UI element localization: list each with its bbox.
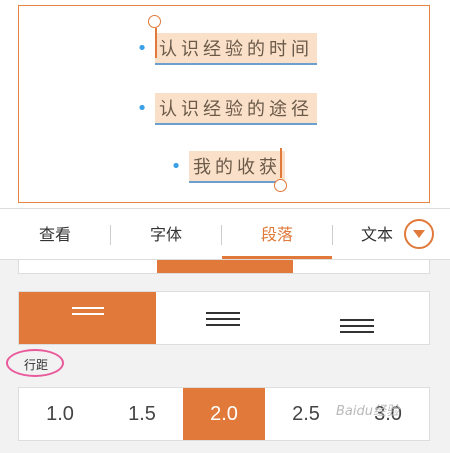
format-tab-bar: 查看 字体 段落 文本 bbox=[0, 208, 450, 260]
selection-end-handle[interactable] bbox=[274, 179, 287, 192]
bullet-text[interactable]: 认识经验的时间 bbox=[155, 33, 317, 65]
active-tab-indicator bbox=[222, 256, 332, 259]
align-left-button[interactable] bbox=[19, 292, 156, 344]
selected-option[interactable] bbox=[157, 260, 293, 273]
tab-font[interactable]: 字体 bbox=[111, 209, 221, 259]
align-right-button[interactable] bbox=[292, 292, 429, 344]
slide-preview-area: • 认识经验的时间 • 认识经验的途径 • 我的收获 bbox=[0, 0, 450, 208]
align-right-icon bbox=[340, 319, 375, 337]
watermark: Baidu经验 bbox=[336, 404, 399, 419]
line-spacing-label: 行距 bbox=[24, 358, 49, 372]
tab-view[interactable]: 查看 bbox=[0, 209, 110, 259]
bullet-line-2[interactable]: • 认识经验的途径 bbox=[135, 93, 317, 125]
bullet-text[interactable]: 认识经验的途径 bbox=[155, 93, 317, 125]
align-left-icon bbox=[72, 307, 104, 319]
bullet-line-1[interactable]: • 认识经验的时间 bbox=[135, 33, 317, 65]
slide-canvas[interactable]: • 认识经验的时间 • 认识经验的途径 • 我的收获 bbox=[18, 5, 430, 203]
bullet-text[interactable]: 我的收获 bbox=[189, 151, 285, 183]
selection-start-caret bbox=[155, 28, 157, 58]
bullet-line-3[interactable]: • 我的收获 bbox=[169, 151, 285, 183]
align-center-icon bbox=[205, 312, 240, 330]
chevron-down-icon[interactable] bbox=[404, 219, 434, 249]
line-spacing-option[interactable]: 1.5 bbox=[101, 388, 183, 440]
tab-paragraph[interactable]: 段落 bbox=[222, 209, 332, 259]
align-center-button[interactable] bbox=[156, 292, 293, 344]
tab-text[interactable]: 文本 bbox=[333, 209, 403, 259]
bullet-dot-icon: • bbox=[136, 38, 148, 59]
line-spacing-option[interactable]: 1.0 bbox=[19, 388, 101, 440]
bullet-dot-icon: • bbox=[170, 156, 182, 177]
bullet-dot-icon: • bbox=[136, 98, 148, 119]
line-spacing-option-selected[interactable]: 2.0 bbox=[183, 388, 265, 440]
previous-control-row bbox=[18, 260, 430, 274]
line-spacing-option[interactable]: 2.5 bbox=[265, 388, 347, 440]
selection-end-caret bbox=[280, 148, 282, 178]
selection-start-handle[interactable] bbox=[148, 15, 161, 28]
alignment-segment bbox=[18, 291, 430, 345]
